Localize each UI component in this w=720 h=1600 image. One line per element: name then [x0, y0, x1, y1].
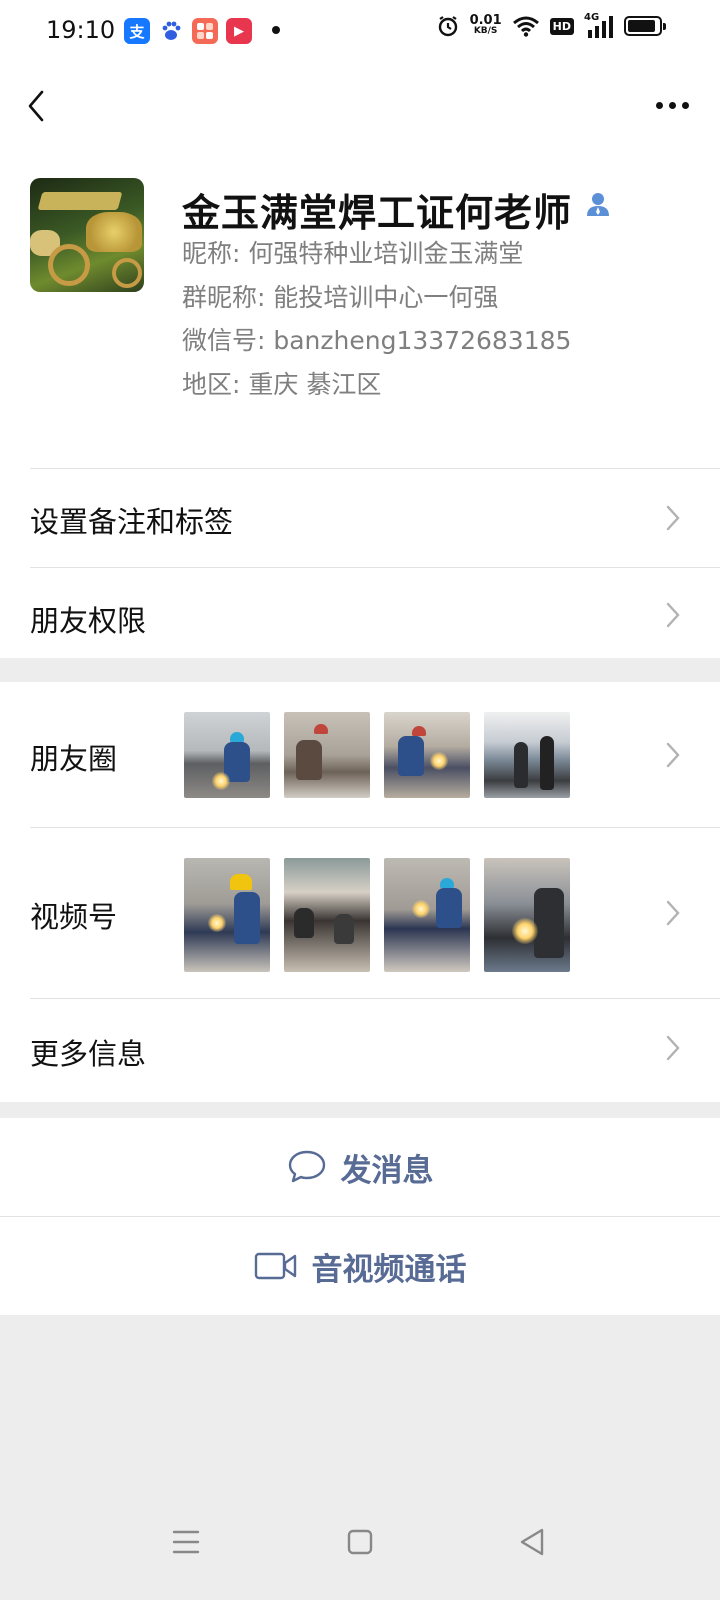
- back-triangle-icon[interactable]: [512, 1522, 552, 1562]
- moments-photo: [284, 712, 370, 798]
- channel-video-thumb: [184, 858, 270, 972]
- alipay-icon: 支: [124, 18, 150, 44]
- signal-icon: 4G: [584, 12, 614, 38]
- wifi-icon: [512, 16, 539, 37]
- display-name: 金玉满堂焊工证何老师: [182, 191, 573, 235]
- baidu-icon: [158, 18, 184, 44]
- chevron-right-icon: [666, 742, 680, 768]
- more-options-icon[interactable]: [652, 90, 692, 120]
- verified-person-icon: [587, 193, 609, 216]
- content-group: 朋友圈 视频号 更多信息: [0, 682, 720, 1102]
- channel-video-thumb: [284, 858, 370, 972]
- moments-thumbnails: [184, 712, 570, 798]
- moments-label: 朋友圈: [30, 742, 118, 776]
- moments-photo: [384, 712, 470, 798]
- friend-permissions-label: 朋友权限: [30, 604, 147, 638]
- channels-row[interactable]: 视频号: [0, 828, 720, 998]
- region: 地区: 重庆 綦江区: [182, 370, 382, 399]
- notification-dot: [272, 26, 280, 34]
- battery-icon: [624, 16, 666, 36]
- back-arrow-icon[interactable]: [22, 86, 62, 126]
- video-app-icon: ▶: [226, 18, 252, 44]
- av-call-label: 音视频通话: [311, 1251, 467, 1288]
- av-call-button[interactable]: 音视频通话: [0, 1217, 720, 1315]
- profile-card: 金玉满堂焊工证何老师 昵称: 何强特种业培训金玉满堂 群昵称: 能投培训中心一何…: [0, 148, 720, 468]
- channel-video-thumb: [384, 858, 470, 972]
- menu-icon[interactable]: [166, 1522, 206, 1562]
- wechat-id: 微信号: banzheng13372683185: [182, 326, 572, 355]
- nickname: 昵称: 何强特种业培训金玉满堂: [182, 239, 524, 268]
- group-nickname: 群昵称: 能投培训中心一何强: [182, 283, 499, 312]
- alarm-icon: [438, 16, 457, 37]
- paw-icon: [162, 21, 181, 40]
- chevron-right-icon: [666, 602, 680, 628]
- channels-label: 视频号: [30, 900, 118, 934]
- video-call-icon: [254, 1252, 296, 1280]
- chevron-right-icon: [666, 1035, 680, 1061]
- moments-photo: [184, 712, 270, 798]
- channels-thumbnails: [184, 858, 570, 972]
- moments-row[interactable]: 朋友圈: [0, 682, 720, 827]
- remark-tags-label: 设置备注和标签: [30, 505, 234, 539]
- more-info-row[interactable]: 更多信息: [0, 999, 720, 1102]
- hd-badge: HD: [549, 17, 574, 35]
- channel-video-thumb: [484, 858, 570, 972]
- send-message-label: 发消息: [340, 1152, 434, 1189]
- chevron-right-icon: [666, 505, 680, 531]
- chevron-right-icon: [666, 900, 680, 926]
- battery-level: [628, 20, 655, 32]
- chat-bubble-icon: [288, 1150, 325, 1183]
- send-message-button[interactable]: 发消息: [0, 1118, 720, 1216]
- nav-bar: [0, 64, 720, 148]
- avatar[interactable]: [30, 178, 144, 292]
- system-nav-bar: [0, 1500, 720, 1600]
- remark-tags-row[interactable]: 设置备注和标签: [0, 469, 720, 567]
- app-store-icon: [192, 18, 218, 44]
- home-icon[interactable]: [340, 1522, 380, 1562]
- moments-photo: [484, 712, 570, 798]
- settings-group: 设置备注和标签 朋友权限: [0, 468, 720, 658]
- status-time: 19:10: [46, 16, 116, 44]
- status-bar: 19:10 支 ▶ 0.01 KB/S HD 4G: [0, 0, 720, 64]
- status-right: 0.01 KB/S HD 4G: [436, 12, 666, 38]
- grid-icon: [197, 23, 213, 39]
- net-speed: 0.01 KB/S: [469, 13, 502, 36]
- friend-permissions-row[interactable]: 朋友权限: [0, 568, 720, 658]
- more-info-label: 更多信息: [30, 1037, 147, 1071]
